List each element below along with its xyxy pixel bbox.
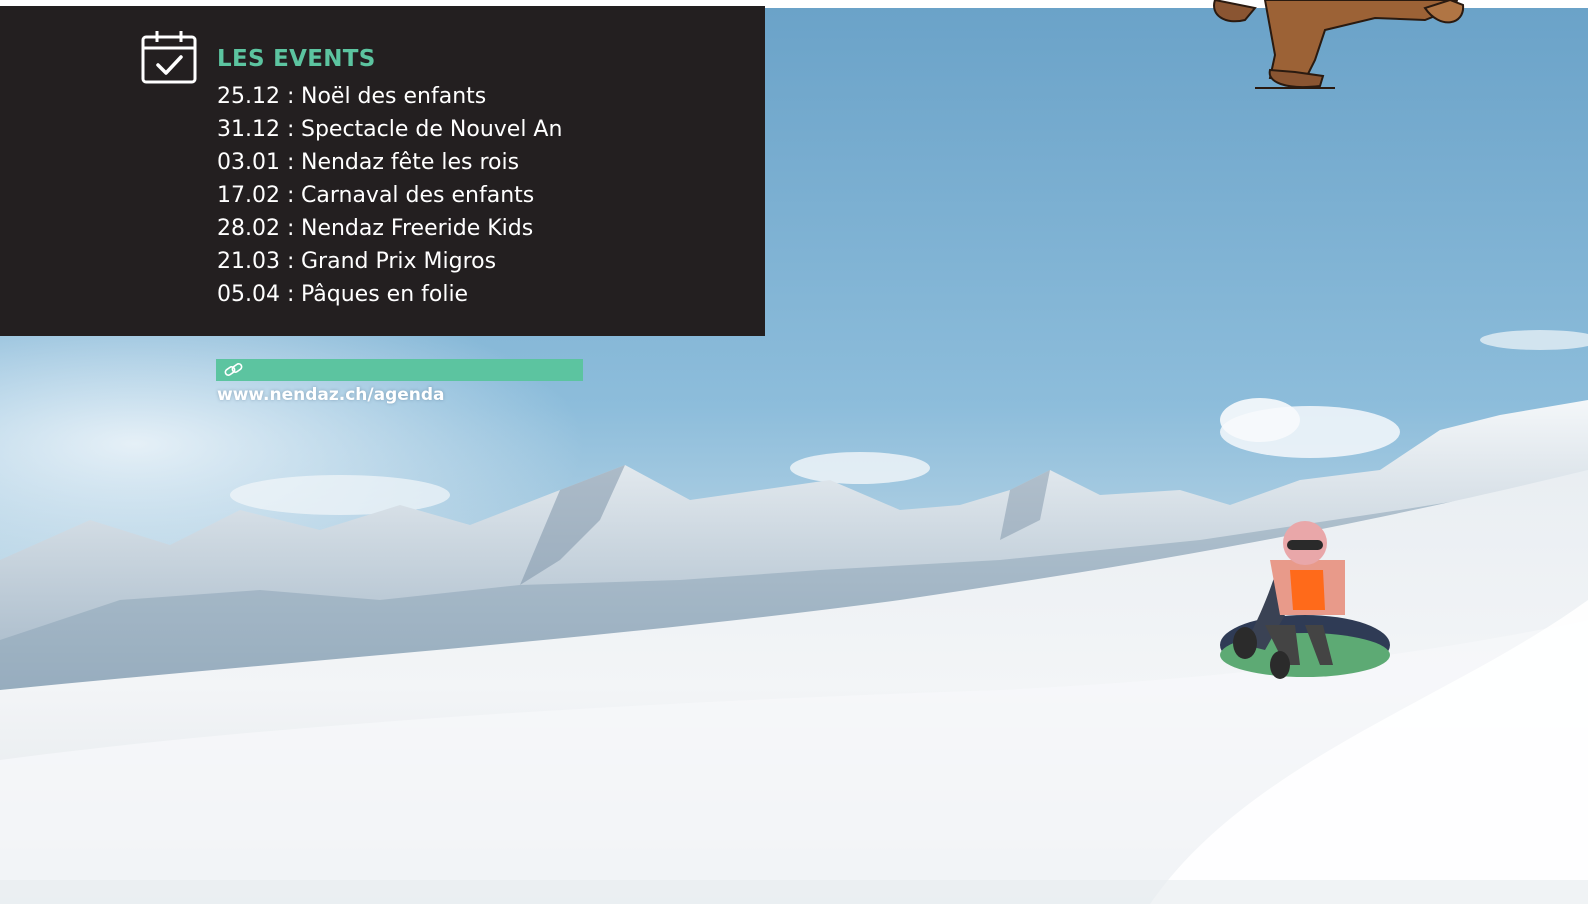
agenda-link[interactable]: www.nendaz.ch/agenda <box>217 385 445 405</box>
event-date: 03.01 : <box>217 150 295 175</box>
event-item: 03.01 : Nendaz fête les rois <box>217 146 562 179</box>
event-item: 21.03 : Grand Prix Migros <box>217 245 562 278</box>
event-name: Noël des enfants <box>301 84 487 109</box>
event-item: 17.02 : Carnaval des enfants <box>217 179 562 212</box>
event-date: 31.12 : <box>217 117 295 142</box>
events-panel: LES EVENTS 25.12 : Noël des enfants 31.12… <box>0 6 765 336</box>
link-icon <box>224 363 243 376</box>
event-date: 21.03 : <box>217 249 295 274</box>
events-title: LES EVENTS <box>217 46 376 72</box>
event-name: Spectacle de Nouvel An <box>301 117 563 142</box>
event-date: 05.04 : <box>217 282 295 307</box>
child-on-snow-tube <box>1220 521 1390 679</box>
events-list: 25.12 : Noël des enfants 31.12 : Spectacle… <box>217 80 562 311</box>
event-name: Grand Prix Migros <box>301 249 497 274</box>
event-item: 25.12 : Noël des enfants <box>217 80 562 113</box>
event-name: Nendaz Freeride Kids <box>301 216 534 241</box>
event-date: 28.02 : <box>217 216 295 241</box>
event-date: 25.12 : <box>217 84 295 109</box>
event-date: 17.02 : <box>217 183 295 208</box>
calendar-check-icon <box>141 31 197 84</box>
event-item: 05.04 : Pâques en folie <box>217 278 562 311</box>
event-name: Carnaval des enfants <box>301 183 535 208</box>
link-bar[interactable] <box>216 359 583 381</box>
mascot-illustration <box>1213 0 1465 89</box>
event-name: Pâques en folie <box>301 282 469 307</box>
event-name: Nendaz fête les rois <box>301 150 520 175</box>
event-item: 28.02 : Nendaz Freeride Kids <box>217 212 562 245</box>
event-item: 31.12 : Spectacle de Nouvel An <box>217 113 562 146</box>
